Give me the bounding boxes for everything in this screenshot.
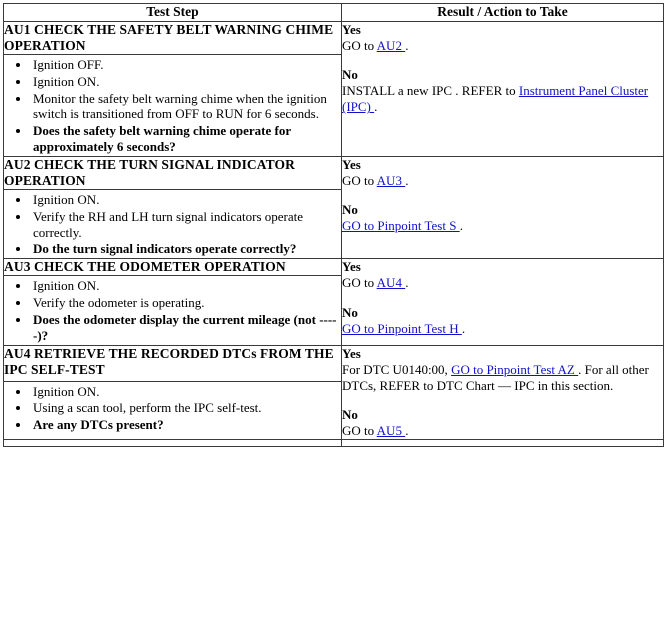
- list-item: Ignition OFF.: [31, 57, 341, 73]
- cross-reference-link[interactable]: GO to Pinpoint Test AZ: [451, 362, 578, 377]
- instruction-list: Ignition ON.Verify the RH and LH turn si…: [4, 192, 341, 257]
- step-title-au2: AU2 CHECK THE TURN SIGNAL INDICATOR OPER…: [3, 156, 342, 190]
- step-instructions-au3: Ignition ON.Verify the odometer is opera…: [3, 275, 342, 346]
- list-item: Verify the odometer is operating.: [31, 295, 341, 311]
- cross-reference-link[interactable]: AU2: [377, 38, 406, 53]
- result-text-fragment: .: [459, 218, 463, 234]
- step-title-row: AU2 CHECK THE TURN SIGNAL INDICATOR OPER…: [3, 155, 664, 260]
- step-title-au3: AU3 CHECK THE ODOMETER OPERATION: [3, 258, 342, 277]
- cross-reference-link[interactable]: AU3: [377, 173, 406, 188]
- list-item: Verify the RH and LH turn signal indicat…: [31, 209, 341, 241]
- cross-reference-link[interactable]: GO to Pinpoint Test H: [342, 321, 462, 336]
- result-action-text: GO to AU5 .: [342, 423, 663, 439]
- result-action-text: GO to AU3 .: [342, 173, 663, 189]
- result-answer-label: Yes: [342, 157, 361, 172]
- step-instructions-au2: Ignition ON.Verify the RH and LH turn si…: [3, 188, 342, 260]
- list-item: Does the safety belt warning chime opera…: [31, 123, 341, 155]
- result-action-text: For DTC U0140:00, GO to Pinpoint Test AZ…: [342, 362, 663, 394]
- next-step-title-cell-partial: [3, 439, 342, 448]
- result-text-fragment: GO to: [342, 423, 377, 439]
- result-spacer: [342, 189, 663, 202]
- list-item: Ignition ON.: [31, 192, 341, 208]
- list-item: Monitor the safety belt warning chime wh…: [31, 91, 341, 123]
- result-spacer: [342, 54, 663, 67]
- diagnostic-steps-table: Test Step Result / Action to Take AU1 CH…: [3, 3, 664, 448]
- column-header-test-step: Test Step: [3, 3, 342, 22]
- result-text-fragment: .: [405, 38, 409, 54]
- step-instructions-au1: Ignition OFF.Ignition ON.Monitor the saf…: [3, 53, 342, 158]
- result-action-text: GO to Pinpoint Test S .: [342, 218, 663, 234]
- list-item: Using a scan tool, perform the IPC self-…: [31, 400, 341, 416]
- result-answer-label: No: [342, 406, 358, 422]
- result-answer-label: Yes: [342, 259, 361, 275]
- list-item: Ignition ON.: [31, 384, 341, 400]
- result-spacer: [342, 292, 663, 305]
- step-title-row: AU3 CHECK THE ODOMETER OPERATION Yes GO to…: [3, 258, 664, 346]
- next-step-result-cell-partial: [341, 439, 664, 448]
- result-action-cell: Yes GO to AU2 . No INSTALL a new IPC . REFE…: [341, 21, 664, 157]
- step-instructions-au4: Ignition ON.Using a scan tool, perform t…: [3, 380, 342, 441]
- result-text-fragment: .: [405, 275, 409, 291]
- list-item: Are any DTCs present?: [31, 417, 341, 433]
- instruction-list: Ignition ON.Verify the odometer is opera…: [4, 278, 341, 343]
- result-text-fragment: GO to: [342, 38, 377, 54]
- result-action-text: GO to AU4 .: [342, 275, 663, 291]
- list-item: Do the turn signal indicators operate co…: [31, 241, 341, 257]
- result-action-cell: Yes GO to AU3 . No GO to Pinpoint Test S .: [341, 155, 664, 260]
- result-text-fragment: INSTALL a new IPC . REFER to: [342, 83, 519, 99]
- cross-reference-link[interactable]: AU5: [377, 423, 406, 438]
- result-spacer: [342, 394, 663, 407]
- step-title-au1: AU1 CHECK THE SAFETY BELT WARNING CHIME …: [3, 21, 342, 55]
- result-text-fragment: GO to: [342, 173, 377, 189]
- instruction-list: Ignition OFF.Ignition ON.Monitor the saf…: [4, 57, 341, 155]
- list-item: Ignition ON.: [31, 74, 341, 90]
- cross-reference-link[interactable]: AU4: [377, 275, 406, 290]
- result-text-fragment: GO to: [342, 275, 377, 291]
- diagnostic-procedure-page: Test Step Result / Action to Take AU1 CH…: [0, 0, 669, 618]
- result-answer-label: Yes: [342, 345, 361, 361]
- result-answer-label: No: [342, 202, 358, 218]
- result-answer-label: Yes: [342, 22, 361, 37]
- result-action-text: GO to Pinpoint Test H .: [342, 321, 663, 337]
- table-header-row: Test Step Result / Action to Take: [3, 3, 664, 22]
- column-header-result-action: Result / Action to Take: [341, 3, 664, 22]
- step-title-row: AU4 RETRIEVE THE RECORDED DTCs FROM THE …: [3, 344, 664, 441]
- result-answer-label: No: [342, 304, 358, 320]
- table-header: Test Step Result / Action to Take: [3, 3, 664, 22]
- step-title-row: AU1 CHECK THE SAFETY BELT WARNING CHIME …: [3, 21, 664, 157]
- result-answer-label: No: [342, 67, 358, 83]
- result-text-fragment: For DTC U0140:00,: [342, 361, 452, 377]
- list-item: Does the odometer display the current mi…: [31, 312, 341, 344]
- result-text-fragment: .: [374, 99, 378, 115]
- result-action-cell: Yes GO to AU4 . No GO to Pinpoint Test H .: [341, 258, 664, 346]
- result-action-text: GO to AU2 .: [342, 38, 663, 54]
- result-text-fragment: .: [405, 423, 409, 439]
- next-step-row-partial: [3, 439, 664, 448]
- instruction-list: Ignition ON.Using a scan tool, perform t…: [4, 384, 341, 434]
- step-title-au4: AU4 RETRIEVE THE RECORDED DTCs FROM THE …: [3, 344, 342, 382]
- result-action-cell: Yes For DTC U0140:00, GO to Pinpoint Test…: [341, 344, 664, 441]
- cross-reference-link[interactable]: GO to Pinpoint Test S: [342, 218, 460, 233]
- result-action-text: INSTALL a new IPC . REFER to Instrument …: [342, 83, 663, 115]
- table-body: AU1 CHECK THE SAFETY BELT WARNING CHIME …: [3, 21, 664, 448]
- result-text-fragment: .: [405, 173, 409, 189]
- list-item: Ignition ON.: [31, 278, 341, 294]
- result-text-fragment: .: [461, 320, 466, 336]
